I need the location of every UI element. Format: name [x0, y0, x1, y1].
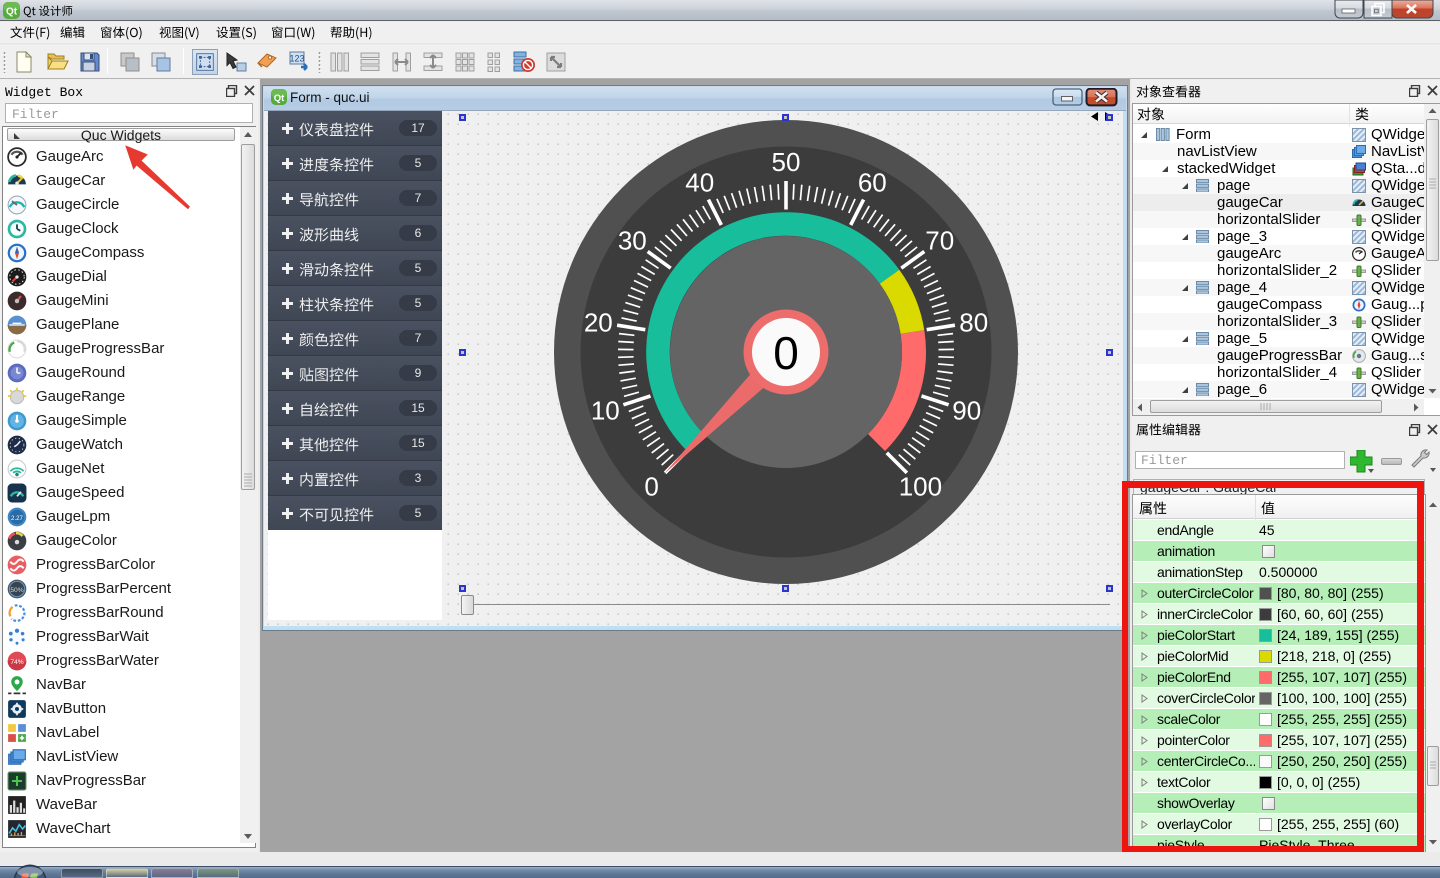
- svg-text:70: 70: [925, 225, 954, 255]
- svg-text:50: 50: [772, 147, 801, 177]
- svg-text:60: 60: [858, 168, 887, 198]
- svg-text:0: 0: [773, 327, 799, 379]
- svg-text:10: 10: [591, 396, 620, 426]
- svg-text:0: 0: [644, 471, 658, 501]
- svg-text:123: 123: [289, 54, 304, 64]
- svg-text:Qt: Qt: [6, 7, 18, 18]
- svg-text:90: 90: [952, 396, 981, 426]
- svg-text:2.27: 2.27: [11, 515, 23, 522]
- svg-text:74%: 74%: [10, 659, 23, 666]
- svg-text:40: 40: [685, 168, 714, 198]
- svg-text:20: 20: [584, 307, 613, 337]
- svg-text:50%: 50%: [10, 587, 23, 594]
- svg-text:Qt: Qt: [274, 93, 285, 104]
- svg-text:100: 100: [899, 471, 942, 501]
- svg-text:30: 30: [618, 225, 647, 255]
- svg-text:80: 80: [959, 307, 988, 337]
